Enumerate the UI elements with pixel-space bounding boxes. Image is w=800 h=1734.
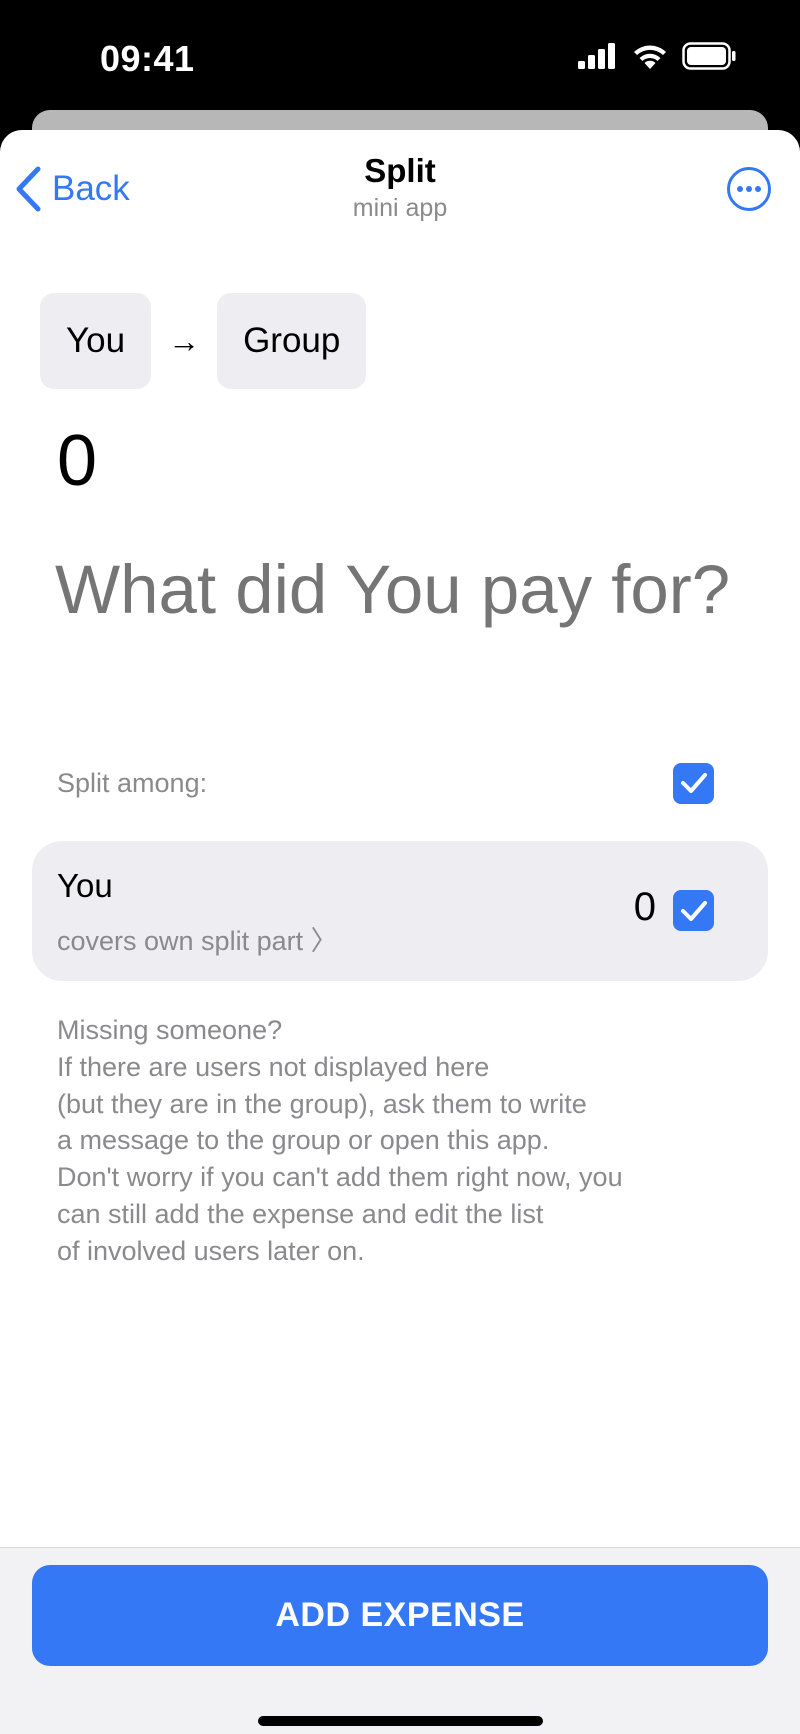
hint-line: Don't worry if you can't add them right … (57, 1162, 623, 1193)
hint-line: Missing someone? (57, 1015, 283, 1045)
description-input[interactable] (55, 550, 775, 629)
nav-title-block: Split mini app (0, 152, 800, 223)
app-title: Split (364, 152, 436, 189)
ellipsis-circle-icon[interactable] (726, 166, 772, 212)
hint-line: If there are users not displayed here (57, 1051, 490, 1082)
app-subtitle: mini app (352, 194, 448, 222)
add-expense-button[interactable]: ADD EXPENSE (32, 1565, 768, 1666)
member-name: You (57, 867, 113, 904)
mini-app-sheet: Back Split mini app You → Group 0 Split … (0, 130, 800, 1734)
missing-members-hint: Missing someone? If there are users not … (57, 1012, 747, 1270)
hint-line: can still add the expense and edit the l… (57, 1198, 544, 1229)
select-all-checkbox[interactable] (673, 762, 714, 804)
status-time: 09:41 (100, 38, 195, 79)
hint-line: of involved users later on. (57, 1235, 365, 1266)
member-checkbox[interactable] (673, 890, 714, 931)
payment-route: You → Group (40, 293, 367, 389)
navigation-bar: Back Split mini app (0, 130, 800, 240)
amount-input[interactable]: 0 (57, 420, 97, 502)
phone-screen: 09:41 Back Split mini app You → Group 0 … (0, 0, 800, 1734)
status-icons (578, 42, 736, 70)
home-indicator (258, 1716, 543, 1726)
member-split-option[interactable]: covers own split part 〉 (57, 919, 338, 958)
split-among-label: Split among: (57, 767, 208, 798)
wifi-icon (634, 45, 666, 69)
split-among-row: Split among: (57, 758, 714, 808)
checkmark-icon (680, 900, 707, 921)
member-row[interactable]: You covers own split part 〉 0 (32, 841, 768, 981)
hint-line: a message to the group or open this app. (57, 1125, 550, 1156)
battery-icon (682, 42, 736, 70)
payer-chip[interactable]: You (40, 293, 152, 389)
recipient-chip[interactable]: Group (217, 293, 367, 389)
hint-line: (but they are in the group), ask them to… (57, 1088, 587, 1119)
cellular-signal-icon (578, 43, 615, 69)
footer-bar: ADD EXPENSE (0, 1547, 800, 1734)
status-bar: 09:41 (0, 0, 800, 110)
arrow-right-icon: → (168, 322, 201, 359)
member-amount[interactable]: 0 (634, 885, 656, 930)
checkmark-icon (680, 773, 707, 793)
